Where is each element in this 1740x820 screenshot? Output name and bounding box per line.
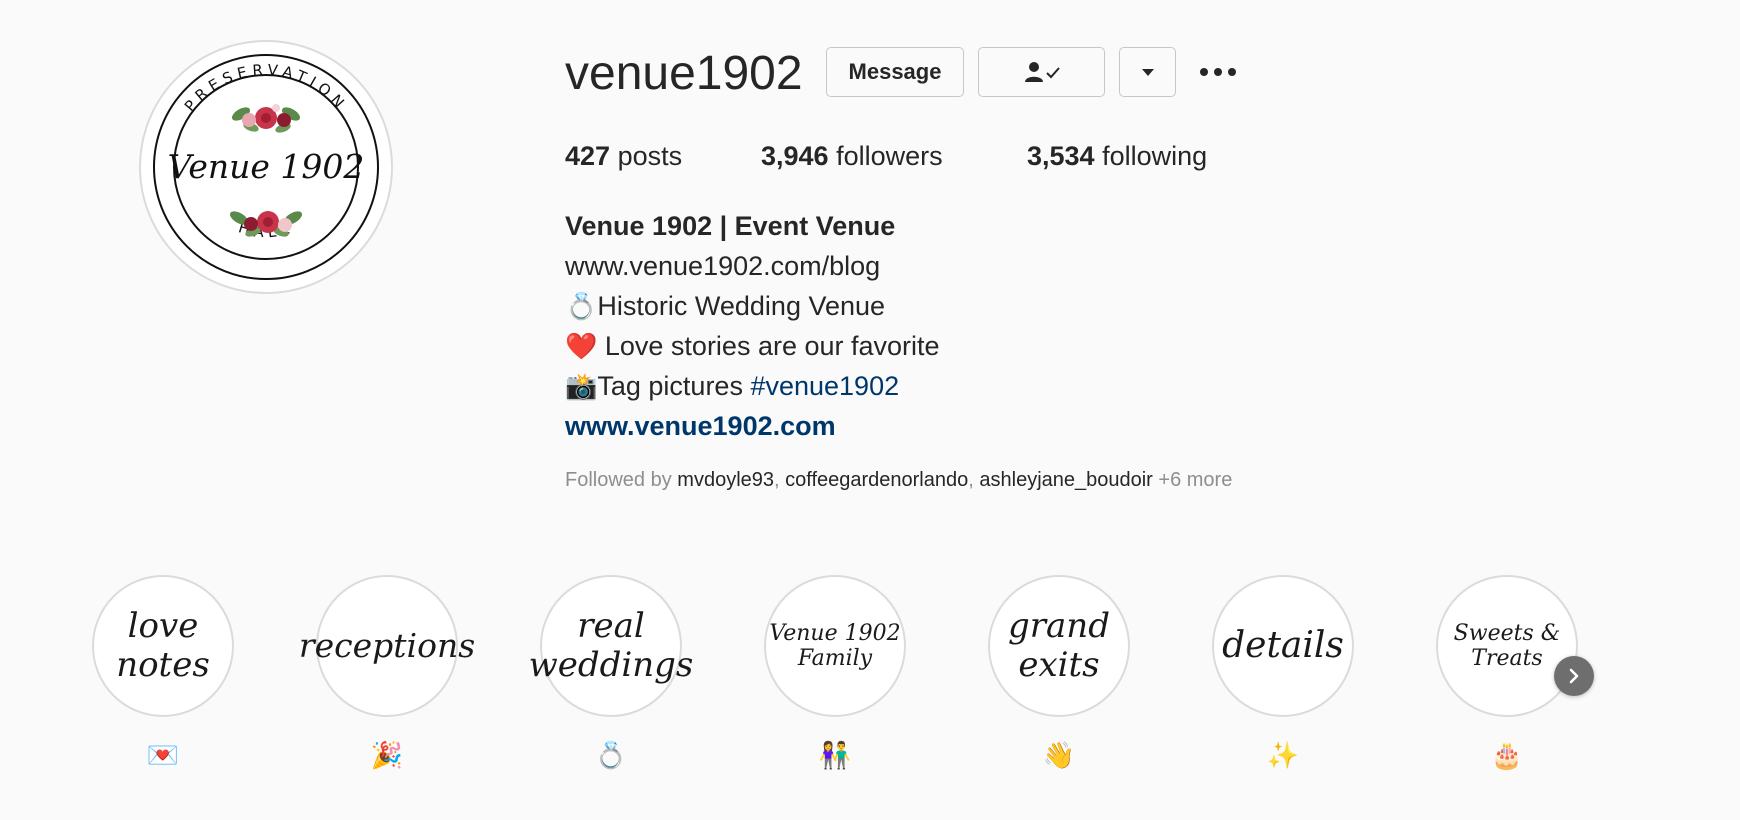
ring-emoji: 💍	[565, 291, 598, 321]
hashtag-link[interactable]: #venue1902	[750, 371, 899, 401]
highlight-cover-line: grand	[1008, 605, 1110, 646]
posts-label: posts	[617, 141, 683, 171]
camera-flash-emoji: 📸	[565, 371, 598, 401]
followed-by-prefix: Followed by	[565, 469, 678, 491]
profile-bio: Venue 1902 | Event Venue www.venue1902.c…	[565, 206, 940, 446]
highlight-cover-line: Treats	[1471, 646, 1543, 671]
highlights-next-button[interactable]	[1554, 656, 1594, 696]
highlight-cover-text: real weddings	[528, 605, 694, 685]
highlight-cover-line: love	[127, 605, 199, 646]
highlight-cover-line: exits	[1018, 645, 1100, 685]
highlight-cover-line: weddings	[528, 645, 694, 685]
profile-username: venue1902	[565, 47, 803, 100]
highlight-cover-text: love notes	[116, 605, 210, 685]
followed-by[interactable]: Followed by mvdoyle93, coffeegardenorlan…	[565, 467, 1232, 493]
highlight-cover-line: Family	[797, 646, 873, 671]
highlight-cover-line: Venue 1902	[769, 620, 901, 646]
highlight-cover-line: real	[577, 605, 645, 646]
caret-down-icon	[1141, 69, 1154, 76]
following-label: following	[1102, 141, 1208, 171]
highlight-label[interactable]: ✨	[1212, 740, 1354, 771]
bio-line-tag: 📸Tag pictures #venue1902	[565, 366, 940, 406]
flower-cluster-top	[231, 104, 301, 133]
profile-full-name: Venue 1902 | Event Venue	[565, 211, 896, 241]
avatar-logo-svg: PRESERVATION HALL Venue 19	[153, 54, 379, 280]
highlight-cover[interactable]: Sweets & Treats	[1436, 575, 1578, 717]
followers-number: 3,946	[761, 141, 829, 171]
highlight-label[interactable]: 🎂	[1436, 740, 1578, 771]
bio-line-blog: www.venue1902.com/blog	[565, 251, 881, 281]
bio-line-historic: 💍Historic Wedding Venue	[565, 286, 940, 326]
bio-line-tag-text: Tag pictures	[597, 371, 751, 401]
followed-by-user[interactable]: mvdoyle93	[677, 469, 774, 491]
suggestions-dropdown-button[interactable]	[1119, 47, 1176, 97]
ellipsis-icon	[1200, 68, 1236, 76]
highlight-label[interactable]: 🎉	[316, 740, 458, 771]
avatar-center-text: Venue 1902	[168, 147, 365, 186]
heart-emoji: ❤️	[565, 331, 598, 361]
highlight-label[interactable]: 👋	[988, 740, 1130, 771]
highlight-label[interactable]: 💌	[92, 740, 234, 771]
highlight-cover-text: receptions	[299, 627, 475, 665]
highlight-label[interactable]: 💍	[540, 740, 682, 771]
followers-link[interactable]: 3,946 followers	[761, 138, 943, 174]
highlight-label[interactable]: 👫	[764, 740, 906, 771]
website-link[interactable]: www.venue1902.com	[565, 406, 940, 446]
bio-line-love: ❤️ Love stories are our favorite	[565, 326, 940, 366]
highlight-cover-line: notes	[116, 645, 210, 685]
message-button[interactable]: Message	[826, 47, 964, 97]
highlight-cover[interactable]: Venue 1902 Family	[764, 575, 906, 717]
highlight-cover[interactable]: real weddings	[529, 575, 693, 717]
more-options-button[interactable]	[1195, 52, 1241, 92]
highlight-cover-text: details	[1222, 625, 1344, 666]
followed-by-more: +6 more	[1152, 469, 1233, 491]
person-check-icon	[1024, 62, 1060, 82]
chevron-right-icon	[1569, 668, 1579, 684]
highlight-cover[interactable]: love notes	[92, 575, 234, 717]
highlight-cover[interactable]: receptions	[299, 575, 475, 717]
following-button[interactable]	[978, 47, 1105, 97]
highlight-cover-text: Venue 1902 Family	[769, 621, 900, 672]
highlight-cover-text: grand exits	[1008, 605, 1110, 685]
profile-avatar[interactable]: PRESERVATION HALL Venue 19	[139, 40, 393, 294]
bio-line-historic-text: Historic Wedding Venue	[597, 291, 886, 321]
following-link[interactable]: 3,534 following	[1027, 138, 1207, 174]
highlight-cover-text: Sweets & Treats	[1454, 621, 1561, 672]
followed-by-user[interactable]: coffeegardenorlando	[785, 469, 968, 491]
highlight-cover[interactable]: details	[1212, 575, 1354, 717]
posts-number: 427	[565, 141, 611, 171]
highlight-cover-line: Sweets &	[1453, 620, 1561, 646]
bio-line-love-text: Love stories are our favorite	[597, 331, 940, 361]
highlight-cover-line: receptions	[298, 626, 476, 666]
posts-count: 427 posts	[565, 138, 682, 174]
highlight-cover[interactable]: grand exits	[988, 575, 1130, 717]
following-number: 3,534	[1027, 141, 1095, 171]
followed-by-user[interactable]: ashleyjane_boudoir	[979, 469, 1152, 491]
followers-label: followers	[836, 141, 943, 171]
highlight-cover-line: details	[1222, 625, 1344, 667]
